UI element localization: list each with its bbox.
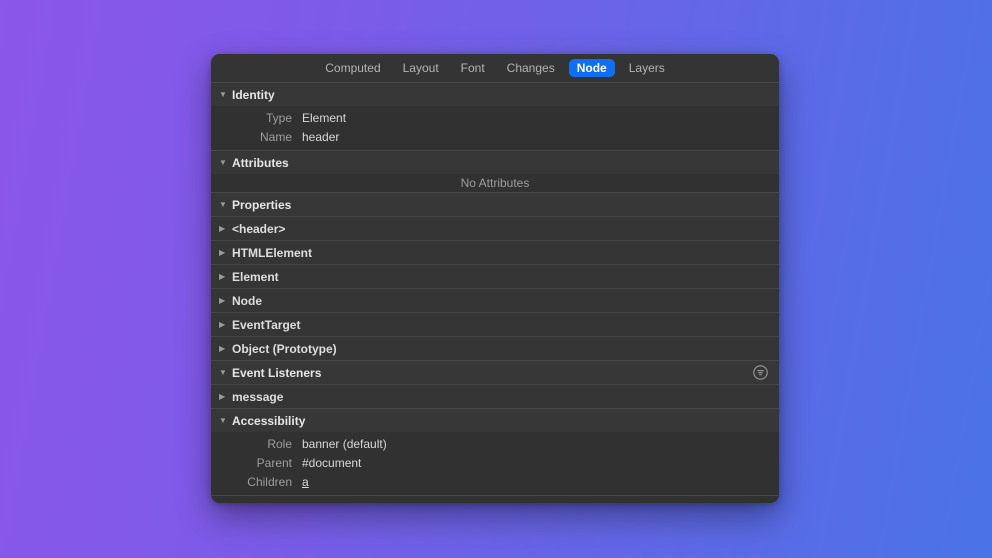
disclosure-expanded-icon[interactable]: ▼ [218,369,232,377]
identity-name-row: Name header [211,127,779,146]
section-header-accessibility[interactable]: ▼ Accessibility [211,408,779,432]
tab-layout[interactable]: Layout [395,59,447,77]
property-group-label: EventTarget [232,318,300,332]
accessibility-role-row: Role banner (default) [211,434,779,453]
property-group-label: Object (Prototype) [232,342,337,356]
disclosure-collapsed-icon[interactable]: ▶ [218,297,232,305]
identity-type-row: Type Element [211,108,779,127]
property-group-object-prototype[interactable]: ▶ Object (Prototype) [211,336,779,360]
accessibility-parent-row: Parent #document [211,453,779,472]
property-group-node[interactable]: ▶ Node [211,288,779,312]
section-header-attributes[interactable]: ▼ Attributes [211,150,779,174]
accessibility-content: Role banner (default) Parent #document C… [211,432,779,495]
section-title: Attributes [232,156,289,170]
section-header-event-listeners[interactable]: ▼ Event Listeners [211,360,779,384]
disclosure-collapsed-icon[interactable]: ▶ [218,393,232,401]
accessibility-children-row: Children a [211,472,779,491]
tab-font[interactable]: Font [453,59,493,77]
event-listener-message[interactable]: ▶ message [211,384,779,408]
filter-icon [753,365,768,380]
disclosure-collapsed-icon[interactable]: ▶ [218,249,232,257]
inspector-details-panel: Computed Layout Font Changes Node Layers… [211,54,779,503]
field-value: header [302,130,339,144]
property-group-element[interactable]: ▶ Element [211,264,779,288]
property-group-label: Element [232,270,279,284]
property-group-label: HTMLElement [232,246,312,260]
event-listener-label: message [232,390,283,404]
section-header-properties[interactable]: ▼ Properties [211,192,779,216]
disclosure-collapsed-icon[interactable]: ▶ [218,273,232,281]
tab-computed[interactable]: Computed [317,59,388,77]
property-group-label: <header> [232,222,285,236]
field-value: Element [302,111,346,125]
tab-layers[interactable]: Layers [621,59,673,77]
disclosure-collapsed-icon[interactable]: ▶ [218,321,232,329]
event-listeners-filter-button[interactable] [752,364,769,381]
section-title: Event Listeners [232,366,321,380]
disclosure-collapsed-icon[interactable]: ▶ [218,345,232,353]
tab-changes[interactable]: Changes [499,59,563,77]
disclosure-expanded-icon[interactable]: ▼ [218,201,232,209]
section-title: Accessibility [232,414,305,428]
section-title: Identity [232,88,275,102]
field-label: Name [211,130,292,144]
disclosure-collapsed-icon[interactable]: ▶ [218,225,232,233]
field-label: Children [211,475,292,489]
details-tabbar: Computed Layout Font Changes Node Layers [211,54,779,82]
property-group-label: Node [232,294,262,308]
property-group-eventtarget[interactable]: ▶ EventTarget [211,312,779,336]
property-group-header-tag[interactable]: ▶ <header> [211,216,779,240]
section-header-identity[interactable]: ▼ Identity [211,82,779,106]
disclosure-expanded-icon[interactable]: ▼ [218,159,232,167]
section-title: Properties [232,198,291,212]
field-label: Type [211,111,292,125]
identity-content: Type Element Name header [211,106,779,150]
disclosure-expanded-icon[interactable]: ▼ [218,417,232,425]
field-label: Role [211,437,292,451]
panel-footer [211,495,779,503]
disclosure-expanded-icon[interactable]: ▼ [218,91,232,99]
field-label: Parent [211,456,292,470]
field-value: #document [302,456,361,470]
children-node-link[interactable]: a [302,475,309,489]
attributes-content: No Attributes [211,174,779,192]
no-attributes-text: No Attributes [211,174,779,192]
tab-node[interactable]: Node [569,59,615,77]
property-group-htmlelement[interactable]: ▶ HTMLElement [211,240,779,264]
field-value: banner (default) [302,437,387,451]
